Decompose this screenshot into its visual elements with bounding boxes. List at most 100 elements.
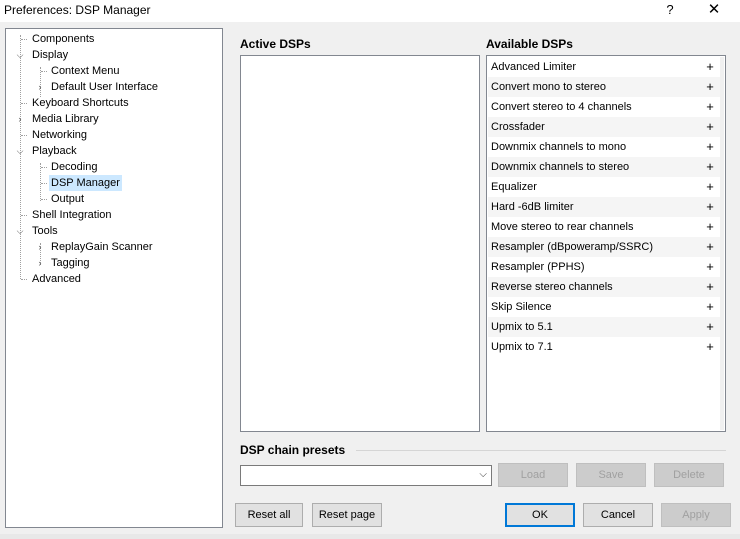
window-title: Preferences: DSP Manager: [4, 3, 151, 17]
plus-icon[interactable]: +: [704, 117, 716, 137]
available-dsp-item[interactable]: Upmix to 5.1 +: [488, 317, 720, 337]
chevron-right-icon[interactable]: ›: [35, 79, 45, 95]
available-dsp-label: Hard -6dB limiter: [491, 201, 574, 213]
tree-item-tagging[interactable]: Tagging: [49, 255, 92, 271]
available-dsp-item[interactable]: Equalizer +: [488, 177, 720, 197]
dsp-chain-presets-heading: DSP chain presets: [240, 443, 346, 457]
tree-item-advanced[interactable]: Advanced: [30, 271, 83, 287]
available-dsp-label: Downmix channels to mono: [491, 141, 627, 153]
plus-icon[interactable]: +: [704, 217, 716, 237]
tree-guide-tick: [41, 183, 47, 184]
title-bar: Preferences: DSP Manager ? ✕: [0, 0, 740, 22]
available-dsp-item[interactable]: Upmix to 7.1 +: [488, 337, 720, 357]
close-button[interactable]: ✕: [694, 0, 734, 22]
available-dsp-item[interactable]: Reverse stereo channels +: [488, 277, 720, 297]
tree-item-networking[interactable]: Networking: [30, 127, 89, 143]
reset-all-button[interactable]: Reset all: [235, 503, 303, 527]
available-dsp-item[interactable]: Advanced Limiter +: [488, 57, 720, 77]
plus-icon[interactable]: +: [704, 297, 716, 317]
tree-guide-tick: [21, 135, 27, 136]
available-dsp-item[interactable]: Move stereo to rear channels +: [488, 217, 720, 237]
plus-icon[interactable]: +: [704, 157, 716, 177]
tree-item-default-user-interface[interactable]: Default User Interface: [49, 79, 160, 95]
available-dsp-label: Advanced Limiter: [491, 61, 576, 73]
tree-item-replaygain-scanner[interactable]: ReplayGain Scanner: [49, 239, 155, 255]
tree-item-decoding[interactable]: Decoding: [49, 159, 99, 175]
save-preset-button[interactable]: Save: [576, 463, 646, 487]
active-dsps-heading: Active DSPs: [240, 37, 311, 51]
available-dsp-label: Reverse stereo channels: [491, 281, 613, 293]
available-dsp-item[interactable]: Convert mono to stereo +: [488, 77, 720, 97]
plus-icon[interactable]: +: [704, 177, 716, 197]
load-button[interactable]: Load: [498, 463, 568, 487]
plus-icon[interactable]: +: [704, 317, 716, 337]
delete-preset-button[interactable]: Delete: [654, 463, 724, 487]
chevron-right-icon[interactable]: ›: [35, 255, 45, 271]
tree-item-output[interactable]: Output: [49, 191, 86, 207]
tree-guide-tick: [21, 39, 27, 40]
available-dsp-label: Move stereo to rear channels: [491, 221, 634, 233]
cancel-button[interactable]: Cancel: [583, 503, 653, 527]
background-window-edge: [0, 534, 740, 539]
available-dsp-label: Upmix to 7.1: [491, 341, 553, 353]
tree-item-media-library[interactable]: Media Library: [30, 111, 101, 127]
tree-guide-tick: [41, 199, 47, 200]
plus-icon[interactable]: +: [704, 337, 716, 357]
tree-item-shell-integration[interactable]: Shell Integration: [30, 207, 114, 223]
active-dsps-list[interactable]: [240, 55, 480, 432]
plus-icon[interactable]: +: [704, 277, 716, 297]
plus-icon[interactable]: +: [704, 197, 716, 217]
plus-icon[interactable]: +: [704, 237, 716, 257]
available-dsp-item[interactable]: Convert stereo to 4 channels +: [488, 97, 720, 117]
chevron-down-icon[interactable]: ⌵: [15, 143, 25, 159]
tree-item-tools[interactable]: Tools: [30, 223, 60, 239]
tree-guide-tick: [41, 167, 47, 168]
tree-item-dsp-manager[interactable]: DSP Manager: [49, 175, 122, 191]
available-dsp-label: Resampler (PPHS): [491, 261, 585, 273]
available-dsp-label: Crossfader: [491, 121, 545, 133]
available-dsp-label: Convert mono to stereo: [491, 81, 606, 93]
chevron-down-icon[interactable]: ⌵: [479, 469, 487, 480]
apply-button[interactable]: Apply: [661, 503, 731, 527]
scrollbar[interactable]: [720, 57, 724, 430]
tree-guide-line: [40, 163, 41, 201]
chevron-down-icon[interactable]: ⌵: [15, 47, 25, 63]
chevron-right-icon[interactable]: ›: [35, 239, 45, 255]
tree-guide-tick: [21, 103, 27, 104]
tree-guide-tick: [41, 71, 47, 72]
plus-icon[interactable]: +: [704, 57, 716, 77]
tree-item-keyboard-shortcuts[interactable]: Keyboard Shortcuts: [30, 95, 131, 111]
available-dsp-item[interactable]: Hard -6dB limiter +: [488, 197, 720, 217]
tree-item-playback[interactable]: Playback: [30, 143, 79, 159]
tree-guide-tick: [21, 215, 27, 216]
available-dsp-item[interactable]: Crossfader +: [488, 117, 720, 137]
reset-page-button[interactable]: Reset page: [312, 503, 382, 527]
preferences-tree[interactable]: ⌵ › › ⌵ ⌵ › › Components Display Context…: [5, 28, 223, 528]
available-dsp-label: Convert stereo to 4 channels: [491, 101, 632, 113]
available-dsp-label: Skip Silence: [491, 301, 552, 313]
available-dsp-item[interactable]: Skip Silence +: [488, 297, 720, 317]
plus-icon[interactable]: +: [704, 137, 716, 157]
ok-button[interactable]: OK: [505, 503, 575, 527]
available-dsp-item[interactable]: Resampler (dBpoweramp/SSRC) +: [488, 237, 720, 257]
chevron-right-icon[interactable]: ›: [15, 111, 25, 127]
available-dsps-heading: Available DSPs: [486, 37, 573, 51]
presets-combo[interactable]: ⌵: [240, 465, 492, 486]
available-dsp-item[interactable]: Downmix channels to mono +: [488, 137, 720, 157]
available-dsps-list[interactable]: Advanced Limiter + Convert mono to stereo +…: [486, 55, 726, 432]
tree-item-display[interactable]: Display: [30, 47, 70, 63]
available-dsp-item[interactable]: Resampler (PPHS) +: [488, 257, 720, 277]
plus-icon[interactable]: +: [704, 257, 716, 277]
plus-icon[interactable]: +: [704, 77, 716, 97]
available-dsp-label: Equalizer: [491, 181, 537, 193]
available-dsp-label: Upmix to 5.1: [491, 321, 553, 333]
available-dsp-item[interactable]: Downmix channels to stereo +: [488, 157, 720, 177]
chevron-down-icon[interactable]: ⌵: [15, 223, 25, 239]
help-button[interactable]: ?: [650, 0, 690, 22]
plus-icon[interactable]: +: [704, 97, 716, 117]
tree-item-context-menu[interactable]: Context Menu: [49, 63, 121, 79]
tree-item-components[interactable]: Components: [30, 31, 96, 47]
available-dsp-label: Downmix channels to stereo: [491, 161, 630, 173]
group-divider: [356, 450, 726, 451]
tree-guide-tick: [21, 279, 27, 280]
